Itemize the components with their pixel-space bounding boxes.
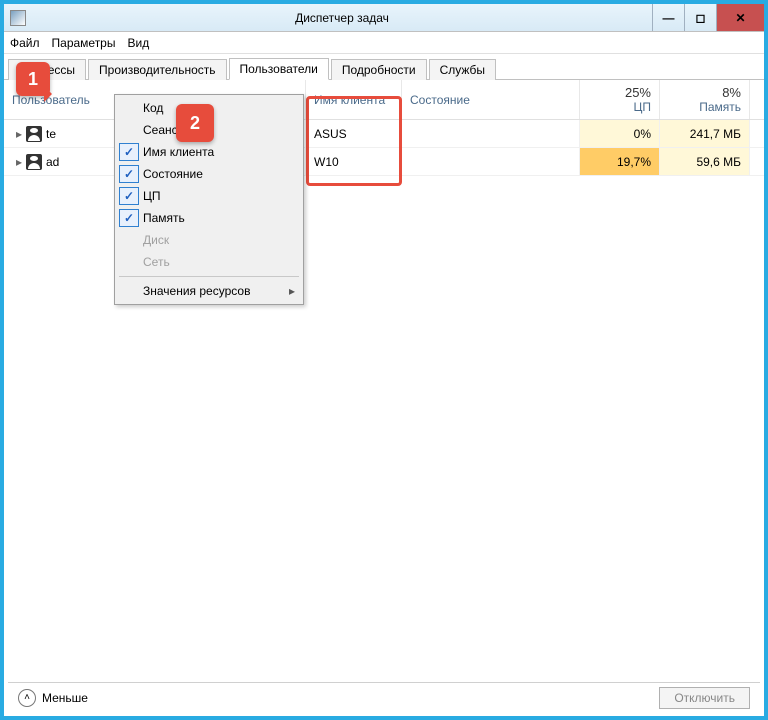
tab-details[interactable]: Подробности [331,59,427,80]
check-icon: ✓ [119,165,139,183]
user-name: ad [46,155,59,169]
window-title: Диспетчер задач [32,11,652,25]
menu-item-label: Состояние [143,167,203,181]
check-icon: ✓ [119,187,139,205]
submenu-arrow-icon: ▸ [289,284,295,298]
collapse-icon[interactable]: ˄ [18,689,36,707]
menu-item-label: Код [143,101,163,115]
menu-view[interactable]: Вид [127,36,149,50]
header-client-label: Имя клиента [314,93,393,107]
cell-state [402,148,580,175]
menu-item-memory[interactable]: ✓ Память [117,207,301,229]
header-memory[interactable]: 8% Память [660,80,750,119]
menu-file[interactable]: Файл [10,36,40,50]
header-cpu-label: ЦП [633,100,651,114]
menu-item-label: Имя клиента [143,145,214,159]
cell-state [402,120,580,147]
footer: ˄ Меньше Отключить [8,682,760,712]
header-cpu-pct: 25% [625,85,651,100]
user-icon [26,126,42,142]
tab-performance[interactable]: Производительность [88,59,226,80]
maximize-button[interactable]: ◻ [684,4,716,31]
menu-item-label: Сеанс [143,123,178,137]
cell-cpu: 19,7% [580,148,660,175]
tab-users[interactable]: Пользователи [229,58,329,80]
menu-item-resource-values[interactable]: Значения ресурсов ▸ [117,280,301,302]
header-client[interactable]: Имя клиента [306,80,402,119]
menubar: Файл Параметры Вид [4,32,764,54]
menu-item-label: Значения ресурсов [143,284,250,298]
header-state[interactable]: Состояние [402,80,580,119]
task-manager-window: Диспетчер задач — ◻ ✕ Файл Параметры Вид… [0,0,768,720]
header-mem-label: Память [699,100,741,114]
menu-item-client[interactable]: ✓ Имя клиента [117,141,301,163]
close-button[interactable]: ✕ [716,4,764,31]
cell-memory: 59,6 МБ [660,148,750,175]
titlebar[interactable]: Диспетчер задач — ◻ ✕ [4,4,764,32]
user-name: te [46,127,56,141]
menu-item-label: Сеть [143,255,170,269]
minimize-button[interactable]: — [652,4,684,31]
menu-separator [119,276,299,277]
cell-memory: 241,7 МБ [660,120,750,147]
cell-cpu: 0% [580,120,660,147]
menu-item-disk: Диск [117,229,301,251]
menu-item-label: ЦП [143,189,161,203]
header-mem-pct: 8% [722,85,741,100]
menu-item-label: Память [143,211,185,225]
cell-client: ASUS [306,120,402,147]
header-state-label: Состояние [410,93,571,107]
menu-item-network: Сеть [117,251,301,273]
disconnect-button[interactable]: Отключить [659,687,750,709]
menu-options[interactable]: Параметры [52,36,116,50]
annotation-callout-1: 1 [16,62,50,96]
tabstrip: Процессы Производительность Пользователи… [4,54,764,80]
check-icon: ✓ [119,209,139,227]
fewer-details-button[interactable]: Меньше [42,691,88,705]
menu-item-label: Диск [143,233,169,247]
menu-item-state[interactable]: ✓ Состояние [117,163,301,185]
expand-icon[interactable]: ▸ [12,155,26,169]
user-icon [26,154,42,170]
cell-client: W10 [306,148,402,175]
expand-icon[interactable]: ▸ [12,127,26,141]
menu-item-cpu[interactable]: ✓ ЦП [117,185,301,207]
app-icon [10,10,26,26]
check-icon: ✓ [119,143,139,161]
tab-services[interactable]: Службы [429,59,496,80]
header-cpu[interactable]: 25% ЦП [580,80,660,119]
annotation-callout-2: 2 [176,104,214,142]
